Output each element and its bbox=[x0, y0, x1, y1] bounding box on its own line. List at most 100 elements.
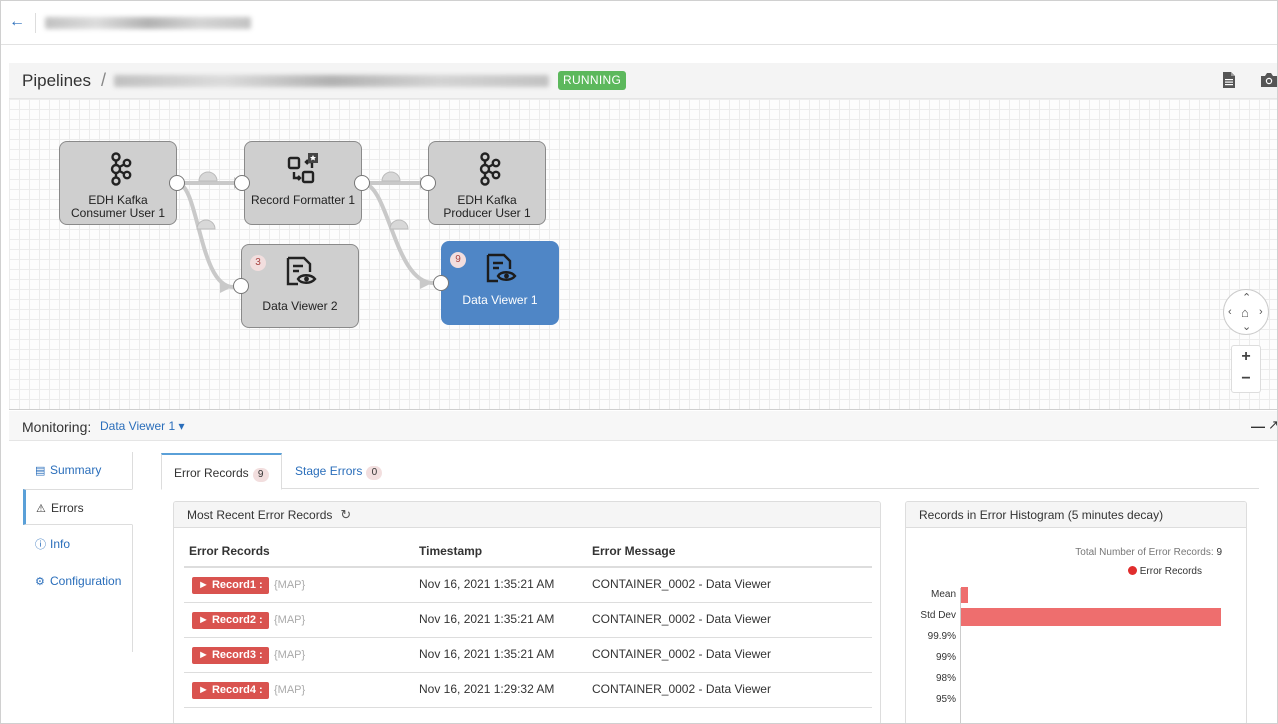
record-toggle-button[interactable]: ► Record1 : bbox=[192, 577, 269, 594]
tab-info[interactable]: ⓘ Info bbox=[23, 526, 133, 562]
record-toggle-button[interactable]: ► Record3 : bbox=[192, 647, 269, 664]
chart-legend: Error Records bbox=[1127, 566, 1202, 577]
tab-error-records[interactable]: Error Records 9 bbox=[161, 453, 282, 490]
tab-label: Summary bbox=[50, 463, 102, 477]
histogram-label: 99.9% bbox=[927, 631, 956, 642]
total-error-records: Total Number of Error Records: 9 bbox=[1075, 547, 1222, 558]
breadcrumb-separator: / bbox=[101, 70, 107, 90]
record-toggle-button[interactable]: ► Record4 : bbox=[192, 682, 269, 699]
total-label: Total Number of Error Records: bbox=[1075, 547, 1214, 558]
monitoring-side-tabs: ▤ Summary ⚠ Errors ⓘ Info ⚙ Configuration bbox=[23, 452, 133, 652]
output-port[interactable] bbox=[169, 175, 185, 191]
timestamp-cell: Nov 16, 2021 1:35:21 AM bbox=[419, 612, 555, 626]
chevron-up-icon[interactable]: ⌃ bbox=[1242, 291, 1251, 304]
tab-configuration[interactable]: ⚙ Configuration bbox=[23, 563, 133, 599]
histogram-label: Std Dev bbox=[920, 610, 956, 621]
timestamp-cell: Nov 16, 2021 1:29:32 AM bbox=[419, 682, 555, 696]
input-port[interactable] bbox=[233, 278, 249, 294]
error-count-badge: 9 bbox=[450, 252, 466, 268]
panel-title: Records in Error Histogram (5 minutes de… bbox=[906, 502, 1246, 528]
tab-summary[interactable]: ▤ Summary bbox=[23, 452, 133, 488]
tab-stage-errors[interactable]: Stage Errors 0 bbox=[283, 453, 394, 489]
error-tabs: Error Records 9 Stage Errors 0 bbox=[161, 453, 1259, 490]
expand-icon[interactable]: ↗ bbox=[1268, 417, 1277, 433]
timestamp-cell: Nov 16, 2021 1:35:21 AM bbox=[419, 577, 555, 591]
panel-title: Most Recent Error Records ↻ bbox=[174, 502, 880, 528]
count-badge: 9 bbox=[252, 468, 269, 482]
column-header: Timestamp bbox=[419, 544, 483, 558]
kafka-icon bbox=[479, 152, 501, 186]
output-port[interactable] bbox=[354, 175, 370, 191]
status-badge: RUNNING bbox=[558, 71, 627, 90]
link-consumer-viewer2 bbox=[176, 181, 235, 290]
stage-node-kafka-consumer[interactable]: EDH Kafka Consumer User 1 bbox=[59, 141, 177, 225]
pan-control[interactable]: ⌃ ‹ ⌂ › ⌄ bbox=[1223, 289, 1269, 335]
top-bar: ← bbox=[1, 1, 1277, 45]
table-row: ► Record3 : {MAP} Nov 16, 2021 1:35:21 A… bbox=[184, 638, 872, 673]
error-count-badge: 3 bbox=[250, 255, 266, 271]
monitoring-label: Monitoring: bbox=[22, 419, 92, 435]
chevron-right-icon[interactable]: › bbox=[1259, 306, 1263, 318]
bar-chart-icon: ▤ bbox=[35, 465, 46, 477]
stage-node-data-viewer-2[interactable]: 3 Data Viewer 2 bbox=[241, 244, 359, 328]
histogram-label: Mean bbox=[930, 589, 956, 600]
stage-label: Record Formatter 1 bbox=[250, 193, 356, 207]
histogram-label: 95% bbox=[935, 694, 956, 705]
tab-label: Stage Errors bbox=[295, 464, 363, 478]
breadcrumb-pipelines[interactable]: Pipelines bbox=[22, 71, 91, 91]
panel-title-text: Most Recent Error Records bbox=[187, 508, 333, 522]
input-port[interactable] bbox=[234, 175, 250, 191]
gauge-icon bbox=[381, 171, 401, 182]
gauge-icon bbox=[198, 171, 218, 182]
data-viewer-icon bbox=[286, 256, 317, 286]
arrow-left-icon[interactable]: ← bbox=[9, 13, 25, 31]
stage-node-kafka-producer[interactable]: EDH Kafka Producer User 1 bbox=[428, 141, 546, 225]
pipeline-links bbox=[176, 171, 435, 293]
stage-node-data-viewer-1[interactable]: 9 Data Viewer 1 bbox=[441, 241, 559, 325]
input-port[interactable] bbox=[420, 175, 436, 191]
record-toggle-button[interactable]: ► Record2 : bbox=[192, 612, 269, 629]
minimize-icon[interactable]: — bbox=[1251, 418, 1265, 434]
table-row: ► Record2 : {MAP} Nov 16, 2021 1:35:21 A… bbox=[184, 603, 872, 638]
info-icon: ⓘ bbox=[35, 539, 46, 551]
kafka-icon bbox=[110, 152, 132, 186]
redacted-title bbox=[45, 17, 251, 29]
tab-errors[interactable]: ⚠ Errors bbox=[23, 489, 133, 525]
histogram-label: 98% bbox=[935, 673, 956, 684]
error-message-cell: CONTAINER_0002 - Data Viewer bbox=[592, 682, 771, 696]
tab-label: Error Records bbox=[174, 466, 249, 480]
gear-icon: ⚙ bbox=[35, 576, 45, 588]
legend-swatch bbox=[1127, 566, 1137, 575]
app-window: ← Pipelines / RUNNING EDH Kafka Consumer… bbox=[0, 0, 1278, 724]
error-records-panel: Most Recent Error Records ↻ Error Records… bbox=[173, 501, 881, 723]
tab-label: Errors bbox=[51, 501, 84, 515]
pipeline-header: Pipelines / RUNNING bbox=[9, 63, 1277, 99]
input-port[interactable] bbox=[433, 275, 449, 291]
histogram-label: 99% bbox=[935, 652, 956, 663]
tab-label: Configuration bbox=[50, 574, 122, 588]
divider bbox=[35, 13, 36, 33]
refresh-icon[interactable]: ↻ bbox=[340, 502, 351, 528]
error-message-cell: CONTAINER_0002 - Data Viewer bbox=[592, 577, 771, 591]
document-icon[interactable] bbox=[1223, 72, 1235, 88]
table-row: ► Record1 : {MAP} Nov 16, 2021 1:35:21 A… bbox=[184, 568, 872, 603]
total-value: 9 bbox=[1216, 547, 1222, 558]
column-header: Error Message bbox=[592, 544, 676, 558]
chevron-down-icon[interactable]: ⌄ bbox=[1242, 320, 1251, 333]
stage-label: EDH Kafka Producer User 1 bbox=[443, 193, 531, 220]
camera-icon[interactable] bbox=[1261, 73, 1277, 87]
zoom-out-button[interactable]: − bbox=[1232, 370, 1260, 388]
stage-selector-dropdown[interactable]: Data Viewer 1 ▾ bbox=[100, 419, 185, 433]
chevron-left-icon[interactable]: ‹ bbox=[1228, 306, 1232, 318]
home-icon[interactable]: ⌂ bbox=[1241, 305, 1249, 320]
pipeline-canvas[interactable]: EDH Kafka Consumer User 1 Record Formatt… bbox=[9, 99, 1277, 410]
record-map: {MAP} bbox=[274, 684, 306, 696]
zoom-in-button[interactable]: + bbox=[1232, 348, 1260, 366]
error-message-cell: CONTAINER_0002 - Data Viewer bbox=[592, 612, 771, 626]
link-formatter-viewer1 bbox=[361, 181, 435, 286]
stage-node-record-formatter[interactable]: Record Formatter 1 bbox=[244, 141, 362, 225]
stage-label: Data Viewer 1 bbox=[462, 293, 538, 307]
zoom-control: + − bbox=[1231, 345, 1261, 393]
redacted-pipeline-name bbox=[114, 75, 549, 87]
monitoring-bar: Monitoring: Data Viewer 1 ▾ — ↗ bbox=[9, 411, 1277, 441]
